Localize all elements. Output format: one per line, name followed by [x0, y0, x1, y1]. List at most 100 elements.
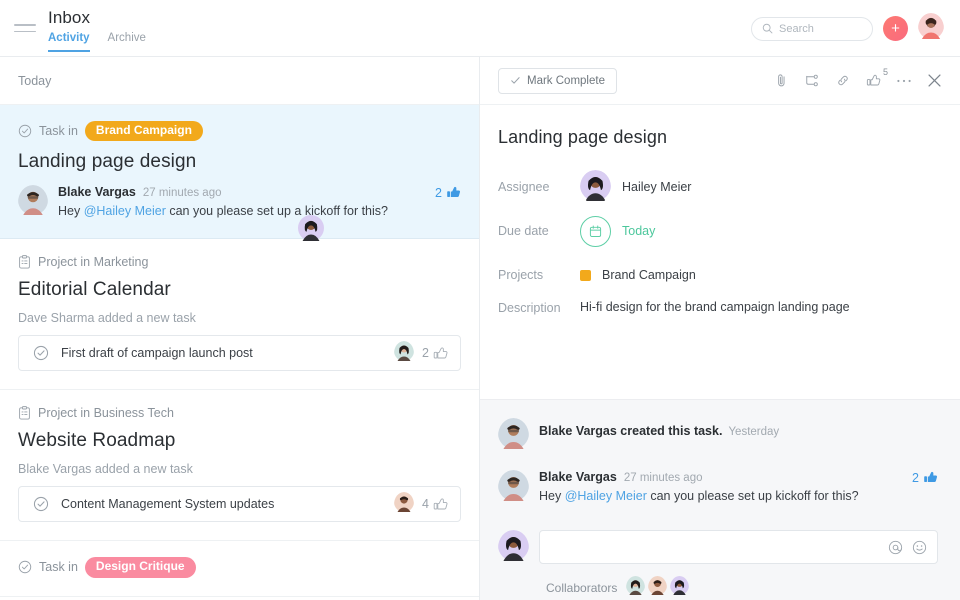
comment-author: Blake Vargas: [539, 470, 617, 484]
project-pill-design-critique[interactable]: Design Critique: [85, 557, 196, 577]
field-value-projects[interactable]: Brand Campaign: [580, 268, 696, 282]
activity-avatar-image: [498, 418, 529, 449]
card-subtitle: Dave Sharma added a new task: [18, 311, 461, 325]
subtask-icon[interactable]: [804, 73, 820, 88]
comment-text-before: Hey: [539, 489, 565, 503]
card-title: Website Roadmap: [18, 430, 461, 452]
task-assignee-avatar[interactable]: [394, 492, 414, 517]
field-label-assignee: Assignee: [498, 180, 580, 194]
task-assignee-avatar[interactable]: [394, 341, 414, 366]
composer-avatar[interactable]: [498, 530, 529, 566]
hamburger-icon[interactable]: [14, 0, 36, 56]
card-meta: Task in Brand Campaign: [18, 121, 461, 141]
field-label-due-date: Due date: [498, 224, 580, 238]
emoji-icon[interactable]: [912, 540, 927, 555]
card-title: Landing page design: [18, 151, 461, 173]
comment-text: Hey @Hailey Meier can you please set up …: [58, 202, 425, 220]
comment-text: Hey @Hailey Meier can you please set up …: [539, 487, 902, 505]
comment-author-avatar[interactable]: [18, 185, 48, 220]
task-actions: 2: [394, 341, 448, 366]
more-options-icon[interactable]: [896, 78, 912, 84]
task-avatar-image: [394, 492, 414, 512]
detail-toolbar-icons: 5: [774, 73, 942, 88]
collaborators-label: Collaborators: [546, 581, 617, 595]
comment-text-after: can you please set up kickoff for this?: [647, 489, 859, 503]
like-button[interactable]: 4: [422, 497, 448, 512]
activity-avatar[interactable]: [498, 418, 529, 454]
task-name: Content Management System updates: [61, 497, 382, 511]
comment-composer: [498, 530, 938, 566]
inbox-list-panel: Today Task in Brand Campaign Landing pag…: [0, 57, 480, 600]
field-value-description[interactable]: Hi-fi design for the brand campaign land…: [580, 300, 850, 314]
check-circle-icon: [18, 560, 32, 574]
thumbs-up-icon[interactable]: 5: [866, 73, 881, 88]
field-value-assignee[interactable]: Hailey Meier: [580, 170, 691, 204]
card-title: Editorial Calendar: [18, 279, 461, 301]
close-icon[interactable]: [927, 73, 942, 88]
task-row[interactable]: Content Management System updates 4: [18, 486, 461, 522]
activity-avatar[interactable]: [498, 470, 529, 506]
at-mention-icon[interactable]: [888, 540, 903, 555]
task-detail-panel: Mark Complete: [480, 57, 960, 600]
avatar[interactable]: [918, 13, 944, 44]
like-button[interactable]: 2: [422, 346, 448, 361]
mark-complete-button[interactable]: Mark Complete: [498, 68, 617, 94]
search-input[interactable]: Search: [751, 17, 873, 41]
inbox-card-website-roadmap[interactable]: Project in Business Tech Website Roadmap…: [0, 390, 479, 541]
like-count: 2: [422, 346, 429, 360]
search-placeholder: Search: [779, 23, 814, 35]
collaborator-avatar[interactable]: [670, 576, 689, 600]
like-count: 2: [435, 186, 442, 200]
project-name: Brand Campaign: [602, 268, 696, 282]
comment-time: 27 minutes ago: [143, 187, 222, 199]
check-circle-icon[interactable]: [33, 496, 49, 512]
task-avatar-image: [394, 341, 414, 361]
inbox-card-design-critique[interactable]: Task in Design Critique: [0, 541, 479, 596]
activity-item-comment: Blake Vargas 27 minutes ago Hey @Hailey …: [498, 470, 938, 506]
inbox-card-landing-page-design[interactable]: Task in Brand Campaign Landing page desi…: [0, 105, 479, 239]
task-name: First draft of campaign launch post: [61, 346, 382, 360]
add-button[interactable]: +: [883, 16, 908, 41]
inbox-card-editorial-calendar[interactable]: Project in Marketing Editorial Calendar …: [0, 239, 479, 390]
comment-text-after: can you please set up a kickoff for this…: [166, 204, 388, 218]
tab-archive[interactable]: Archive: [108, 32, 146, 52]
project-pill-brand-campaign[interactable]: Brand Campaign: [85, 121, 203, 141]
detail-spacer: [480, 332, 960, 399]
tab-activity[interactable]: Activity: [48, 32, 90, 52]
page-title: Inbox: [48, 8, 146, 28]
task-row[interactable]: First draft of campaign launch post 2: [18, 335, 461, 371]
card-meta: Task in Design Critique: [18, 557, 461, 577]
attachment-icon[interactable]: [774, 73, 789, 88]
field-due-date: Due date Today: [498, 212, 938, 250]
collaborator-avatar[interactable]: [648, 576, 667, 600]
check-circle-icon[interactable]: [33, 345, 49, 361]
tab-bar: Activity Archive: [48, 32, 146, 52]
card-subtitle: Blake Vargas added a new task: [18, 462, 461, 476]
like-button[interactable]: 2: [435, 185, 461, 200]
link-icon[interactable]: [835, 73, 851, 88]
assignee-avatar[interactable]: [580, 170, 611, 204]
collaborator-avatar[interactable]: [626, 576, 645, 600]
comment-header: Blake Vargas 27 minutes ago: [539, 470, 902, 484]
profile-avatar-image: [918, 13, 944, 39]
like-count: 2: [912, 471, 919, 485]
mention-link[interactable]: @Hailey Meier: [565, 489, 647, 503]
field-label-description: Description: [498, 300, 580, 315]
field-value-due-date[interactable]: Today: [580, 216, 655, 247]
inbox-app: Inbox Activity Archive Search +: [0, 0, 960, 600]
activity-item-created: Blake Vargas created this task.Yesterday: [498, 418, 938, 454]
activity-feed: Blake Vargas created this task.Yesterday: [480, 399, 960, 522]
like-button[interactable]: 2: [912, 470, 938, 485]
activity-avatar-image: [498, 470, 529, 501]
comment-body: Blake Vargas 27 minutes ago Hey @Hailey …: [539, 470, 902, 505]
field-assignee: Assignee Hailey Meier: [498, 168, 938, 206]
search-icon: [762, 23, 773, 34]
field-projects: Projects Brand Campaign: [498, 256, 938, 294]
mention-link[interactable]: @Hailey Meier: [84, 204, 166, 218]
section-header-today: Today: [0, 57, 479, 105]
top-bar: Inbox Activity Archive Search +: [0, 0, 960, 56]
comment-time: 27 minutes ago: [624, 472, 703, 484]
comment-input[interactable]: [539, 530, 938, 564]
card-kind-label: Task in: [39, 124, 78, 138]
comment-composer-area: Collaborators: [480, 522, 960, 600]
